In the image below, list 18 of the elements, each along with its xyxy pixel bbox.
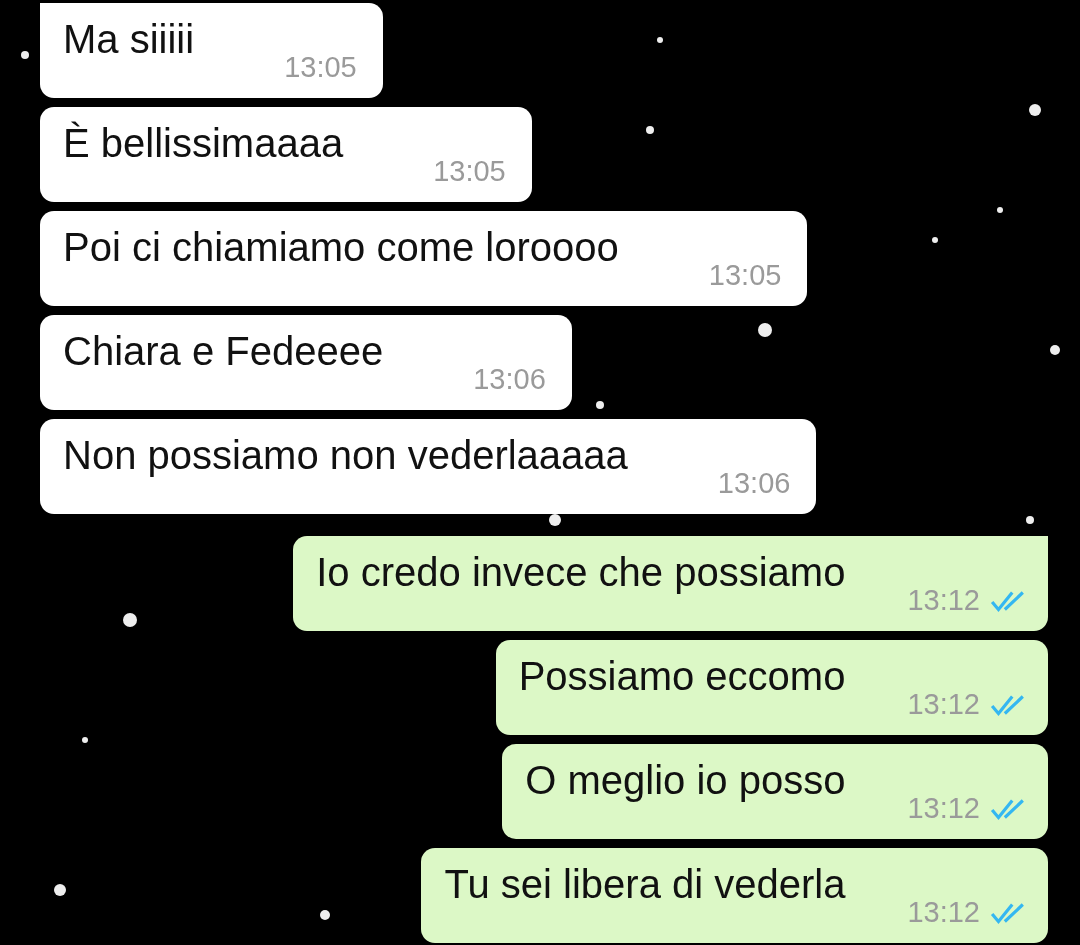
- message-time: 13:12: [907, 792, 980, 825]
- message-time: 13:12: [907, 896, 980, 929]
- message-time: 13:05: [433, 155, 506, 188]
- message-text: Tu sei libera di vederla: [444, 861, 846, 907]
- message-text: Non possiamo non vederlaaaaa: [63, 432, 628, 478]
- message-time: 13:05: [708, 259, 782, 292]
- message-time: 13:12: [907, 584, 980, 617]
- message-text: È bellissimaaaa: [63, 120, 344, 166]
- message-text: Chiara e Fedeeee: [63, 328, 384, 374]
- message-time: 13:06: [717, 467, 791, 500]
- message-time: 13:05: [284, 51, 357, 84]
- message-text: Ma siiiii: [63, 16, 195, 62]
- message-time: 13:12: [907, 688, 980, 721]
- message-text: Possiamo eccomo: [518, 653, 846, 699]
- message-text: O meglio io posso: [525, 757, 846, 803]
- message-time: 13:06: [473, 363, 546, 396]
- message-text: Poi ci chiamiamo come loroooo: [63, 224, 619, 270]
- message-text: Io credo invece che possiamo: [316, 549, 846, 595]
